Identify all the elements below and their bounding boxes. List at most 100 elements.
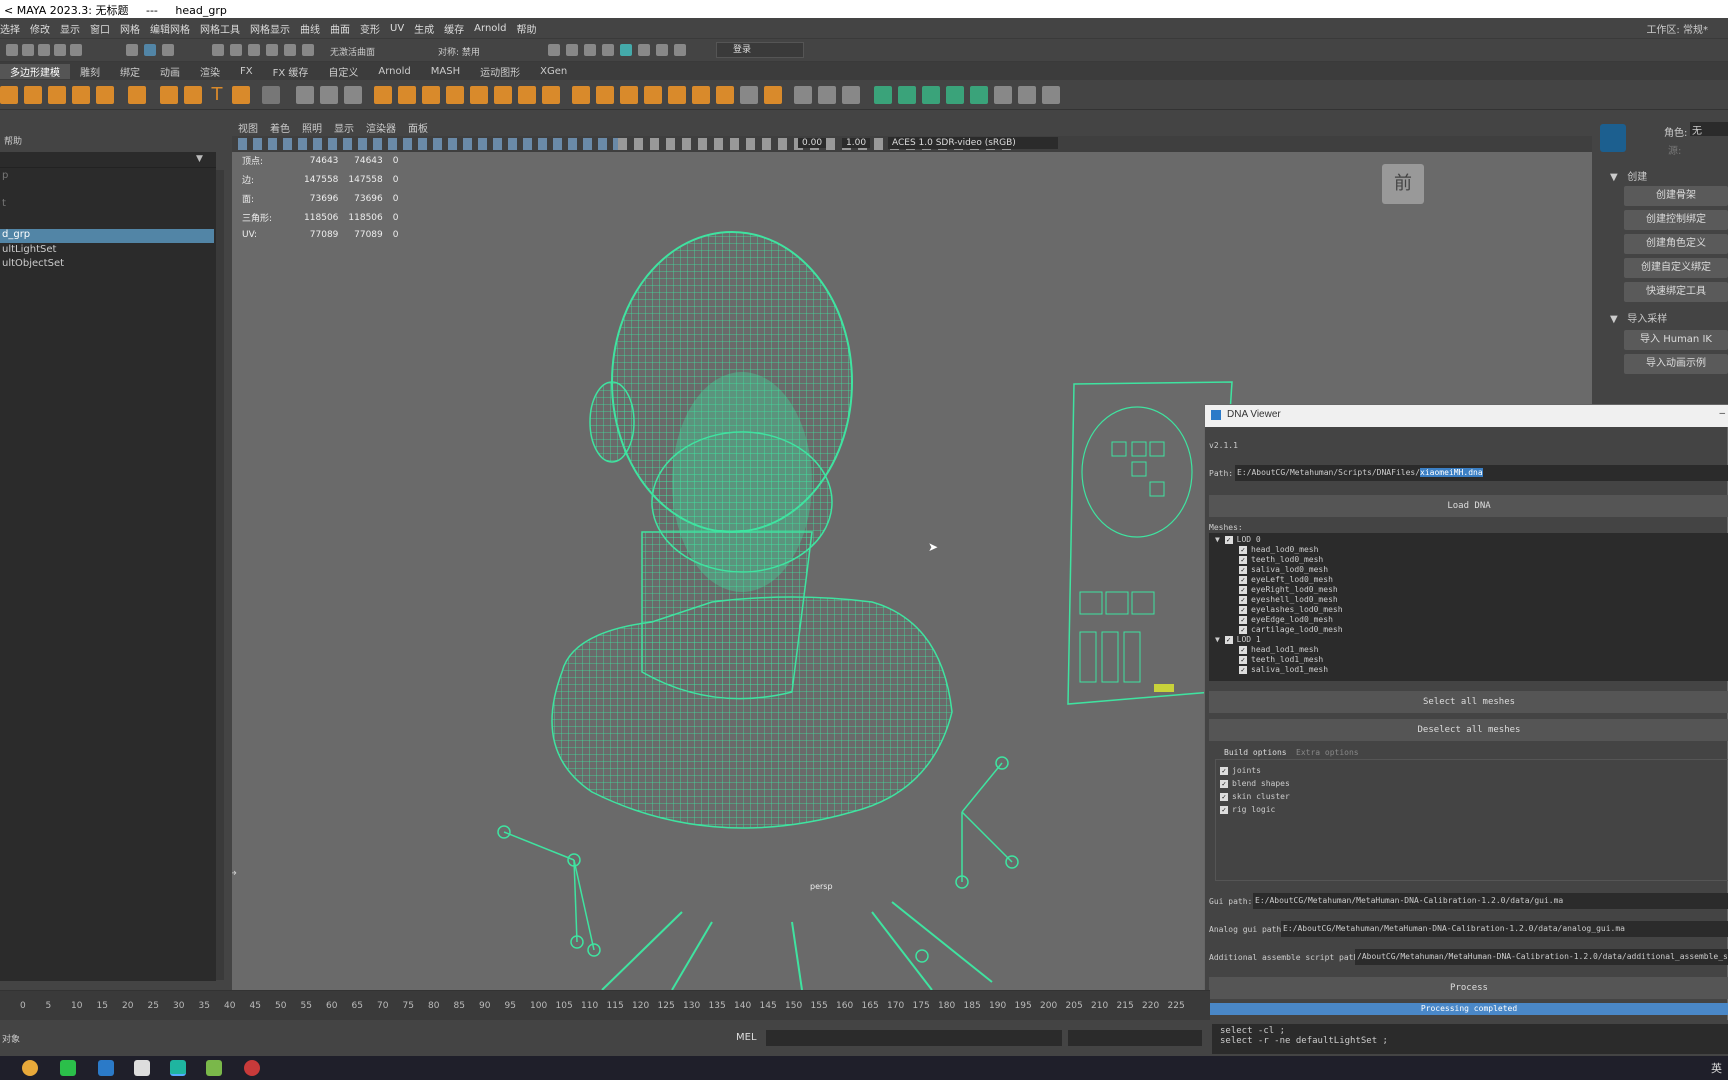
snap-surface-icon[interactable] — [284, 44, 296, 56]
tree-node-lod0[interactable]: ▼ ✓ LOD 0 — [1215, 535, 1261, 544]
time-slider[interactable]: 0 5 10 15 20 25 30 35 40 45 50 55 60 65 70 75 80 85 90 95 10… — [0, 990, 1210, 1020]
checkbox-icon[interactable]: ✓ — [1239, 585, 1247, 594]
create-skeleton-button[interactable]: 创建骨架 — [1624, 186, 1728, 206]
tree-item[interactable]: ✓ eyeRight_lod0_mesh — [1239, 585, 1338, 594]
soccer-ball-icon[interactable] — [128, 86, 146, 104]
tree-item[interactable]: ✓ eyelashes_lod0_mesh — [1239, 605, 1343, 614]
option-blend-shapes[interactable]: ✓ blend shapes — [1220, 779, 1290, 788]
shelf-tab[interactable]: FX — [230, 66, 263, 77]
torus-icon[interactable] — [48, 86, 66, 104]
separate-icon[interactable] — [398, 86, 416, 104]
target-weld-icon[interactable] — [596, 86, 614, 104]
menu-item[interactable]: 帮助 — [517, 21, 537, 36]
ime-indicator[interactable]: 英 — [1711, 1060, 1722, 1076]
symmetry-label[interactable]: 对称: 禁用 — [438, 45, 480, 58]
option-rig-logic[interactable]: ✓ rig logic — [1220, 805, 1275, 814]
new-scene-icon[interactable] — [6, 44, 18, 56]
notepad-icon[interactable] — [206, 1060, 222, 1076]
snap-grid-icon[interactable] — [212, 44, 224, 56]
menu-item[interactable]: 选择 — [0, 21, 20, 36]
role-select[interactable]: 无 — [1690, 122, 1728, 137]
mel-input[interactable] — [766, 1030, 1062, 1046]
unfold-icon[interactable] — [874, 86, 892, 104]
outliner-item[interactable]: ultLightSet — [0, 244, 214, 258]
menu-item[interactable]: 网格工具 — [200, 21, 240, 36]
layout-icon[interactable] — [898, 86, 916, 104]
boolean-icon[interactable] — [446, 86, 464, 104]
cone-icon[interactable] — [24, 86, 42, 104]
cut-uv-icon[interactable] — [818, 86, 836, 104]
quick-rig-button[interactable]: 快速绑定工具 — [1624, 282, 1728, 302]
menu-item[interactable]: 编辑网格 — [150, 21, 190, 36]
checker-icon[interactable] — [994, 86, 1012, 104]
snap-view-icon[interactable] — [266, 44, 278, 56]
viewport-menu-item[interactable]: 照明 — [302, 120, 322, 135]
viewport-menu-item[interactable]: 视图 — [238, 120, 258, 135]
create-control-rig-button[interactable]: 创建控制绑定 — [1624, 210, 1728, 230]
shelf-tab[interactable]: MASH — [421, 66, 470, 77]
shelf-tab[interactable]: 自定义 — [318, 64, 368, 79]
arnold-ipr-icon[interactable] — [656, 44, 668, 56]
load-dna-button[interactable]: Load DNA — [1209, 495, 1728, 517]
svg-icon[interactable] — [232, 86, 250, 104]
sweep-icon[interactable] — [184, 86, 202, 104]
mirror-icon[interactable] — [296, 86, 314, 104]
transfer-icon[interactable] — [1018, 86, 1036, 104]
path-input[interactable]: E:/AboutCG/Metahuman/Scripts/DNAFiles/xi… — [1235, 465, 1728, 481]
fill-hole-icon[interactable] — [716, 86, 734, 104]
outliner-help-menu[interactable]: 帮助 — [4, 134, 22, 147]
ipr-icon[interactable] — [584, 44, 596, 56]
chevron-down-icon[interactable]: ▼ — [196, 154, 203, 164]
delete-history-icon[interactable] — [1042, 86, 1060, 104]
tree-item[interactable]: ✓ cartilage_lod0_mesh — [1239, 625, 1343, 634]
checkbox-icon[interactable]: ✓ — [1220, 779, 1228, 788]
menu-item[interactable]: UV — [390, 23, 404, 34]
shelf-tab[interactable]: 多边形建模 — [0, 63, 70, 79]
tree-item[interactable]: ✓ eyeEdge_lod0_mesh — [1239, 615, 1333, 624]
lasso-icon[interactable] — [144, 44, 156, 56]
hypershade-icon[interactable] — [620, 44, 632, 56]
outliner-item[interactable]: p — [0, 170, 214, 184]
checkbox-icon[interactable]: ✓ — [1220, 805, 1228, 814]
recorder-icon[interactable] — [244, 1060, 260, 1076]
create-character-def-button[interactable]: 创建角色定义 — [1624, 234, 1728, 254]
connect-icon[interactable] — [620, 86, 638, 104]
checkbox-icon[interactable]: ✓ — [1239, 555, 1247, 564]
arnold-render-icon[interactable] — [638, 44, 650, 56]
menu-item[interactable]: 修改 — [30, 21, 50, 36]
render-frame-icon[interactable] — [548, 44, 560, 56]
snap-vertex-icon[interactable] — [302, 44, 314, 56]
import-human-ik-button[interactable]: 导入 Human IK — [1624, 330, 1728, 350]
bevel-icon[interactable] — [518, 86, 536, 104]
assemble-script-input[interactable]: /AboutCG/Metahuman/MetaHuman-DNA-Calibra… — [1355, 949, 1728, 965]
redo-icon[interactable] — [70, 44, 82, 56]
snap-curve-icon[interactable] — [230, 44, 242, 56]
sew-uv-icon[interactable] — [842, 86, 860, 104]
checkbox-icon[interactable]: ✓ — [1239, 645, 1247, 654]
section-create[interactable]: ▼ 创建 — [1610, 168, 1647, 183]
app-icon[interactable] — [134, 1060, 150, 1076]
exposure-field[interactable]: 0.00 — [798, 138, 827, 148]
gamma-field[interactable]: 1.00 — [842, 138, 871, 148]
pipe-icon[interactable] — [96, 86, 114, 104]
combine-icon[interactable] — [374, 86, 392, 104]
viewcube[interactable]: 前 — [1382, 164, 1424, 204]
snap-point-icon[interactable] — [248, 44, 260, 56]
type-icon[interactable]: T — [208, 86, 226, 104]
shelf-tab[interactable]: XGen — [530, 66, 577, 77]
extrude-icon[interactable] — [470, 86, 488, 104]
quad-draw-icon[interactable] — [644, 86, 662, 104]
tree-item[interactable]: ✓ teeth_lod1_mesh — [1239, 655, 1323, 664]
menu-item[interactable]: 网格 — [120, 21, 140, 36]
menu-item[interactable]: 网格显示 — [250, 21, 290, 36]
auto-uv-icon[interactable] — [764, 86, 782, 104]
import-anim-sample-button[interactable]: 导入动画示例 — [1624, 354, 1728, 374]
checkbox-icon[interactable]: ✓ — [1239, 625, 1247, 634]
section-import[interactable]: ▼ 导入采样 — [1610, 310, 1667, 325]
workspace-value[interactable]: 常规* — [1683, 21, 1708, 36]
tab-extra-options[interactable]: Extra options — [1292, 748, 1363, 757]
tree-node-lod1[interactable]: ▼ ✓ LOD 1 — [1215, 635, 1261, 644]
append-icon[interactable] — [542, 86, 560, 104]
tree-item[interactable]: ✓ head_lod1_mesh — [1239, 645, 1318, 654]
colorspace-select[interactable]: ACES 1.0 SDR-video (sRGB) — [888, 137, 1058, 149]
